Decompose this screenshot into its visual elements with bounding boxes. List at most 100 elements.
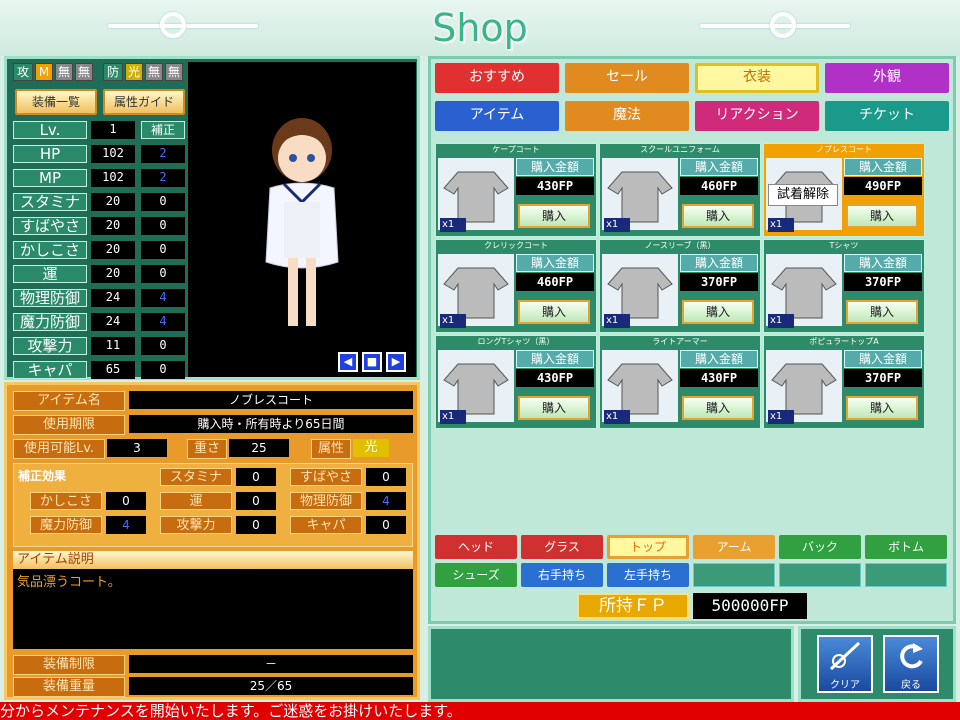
try-on-release-button[interactable]: 試着解除	[768, 184, 838, 206]
item-card[interactable]: ノースリーブ（黒） 購入金額 370FP 購入 x1	[599, 239, 761, 333]
effects-box: 補正効果 スタミナ 0 すばやさ 0 かしこさ 0 運 0 物理防御 4 魔力防御 4 攻撃力 0 キャパ 0	[13, 463, 413, 547]
buy-button[interactable]: 購入	[682, 300, 754, 324]
item-name: ノブレスコート	[816, 145, 872, 154]
price-label: 購入金額	[680, 158, 758, 176]
stat-bonus: 0	[141, 241, 185, 259]
category-tab[interactable]: セール	[565, 63, 689, 93]
stat-bonus: 0	[141, 265, 185, 283]
item-quantity: x1	[440, 314, 466, 328]
price-label: 購入金額	[844, 254, 922, 272]
item-card[interactable]: ライトアーマー 購入金額 430FP 購入 x1	[599, 335, 761, 429]
price-label: 購入金額	[516, 254, 594, 272]
item-card[interactable]: ケープコート 購入金額 430FP 購入 x1	[435, 143, 597, 237]
usable-level-label: 使用可能Lv.	[13, 439, 105, 459]
category-tab[interactable]: 衣装	[695, 63, 819, 93]
price-value: 370FP	[844, 273, 922, 291]
buy-button[interactable]: 購入	[682, 396, 754, 420]
equip-list-button[interactable]: 装備一覧	[15, 89, 97, 115]
stat-label: Lv.	[13, 121, 87, 139]
price-value: 460FP	[680, 177, 758, 195]
preview-prev-button[interactable]: ◀	[338, 352, 358, 372]
effect-value: 0	[366, 468, 406, 486]
preview-stop-button[interactable]: ■	[362, 352, 382, 372]
buy-button[interactable]: 購入	[518, 300, 590, 324]
preview-next-button[interactable]: ▶	[386, 352, 406, 372]
price-value: 370FP	[680, 273, 758, 291]
effect-value: 0	[236, 468, 276, 486]
effect-value: 4	[106, 516, 146, 534]
slot-tab[interactable]: ヘッド	[435, 535, 517, 559]
price-value: 460FP	[516, 273, 594, 291]
item-card[interactable]: Tシャツ 購入金額 370FP 購入 x1	[763, 239, 925, 333]
attr-label: 属性	[311, 439, 351, 459]
item-card[interactable]: ポピュラートップA 購入金額 370FP 購入 x1	[763, 335, 925, 429]
item-quantity: x1	[604, 218, 630, 232]
stat-label: スタミナ	[13, 193, 87, 211]
price-value: 430FP	[516, 369, 594, 387]
attr-value: 光	[353, 439, 389, 457]
slot-tab[interactable]: 左手持ち	[607, 563, 689, 587]
category-tab[interactable]: リアクション	[695, 101, 819, 131]
item-name: ロングTシャツ（黒）	[477, 337, 555, 346]
item-name-value: ノブレスコート	[129, 391, 413, 409]
item-quantity: x1	[604, 410, 630, 424]
stat-value: 20	[91, 217, 135, 235]
period-label: 使用期限	[13, 415, 125, 435]
character-preview: ◀ ■ ▶	[188, 62, 416, 377]
back-icon	[900, 643, 923, 669]
stat-value: 11	[91, 337, 135, 355]
category-tab[interactable]: 外観	[825, 63, 949, 93]
effect-label: キャパ	[290, 516, 362, 534]
slot-tab[interactable]: ボトム	[865, 535, 947, 559]
equip-weight-label: 装備重量	[13, 677, 125, 697]
slot-tab[interactable]: バック	[779, 535, 861, 559]
buy-button[interactable]: 購入	[682, 204, 754, 228]
item-name: Tシャツ	[829, 241, 859, 250]
stat-label: かしこさ	[13, 241, 87, 259]
character-avatar-icon	[265, 118, 339, 326]
slot-tab[interactable]: トップ	[607, 535, 689, 559]
clear-button[interactable]: クリア	[817, 635, 873, 693]
back-button[interactable]: 戻る	[883, 635, 939, 693]
item-card[interactable]: クレリックコート 購入金額 460FP 購入 x1	[435, 239, 597, 333]
fp-label: 所持ＦＰ	[577, 593, 689, 619]
stat-value: 24	[91, 289, 135, 307]
stat-value: 1	[91, 121, 135, 139]
header-bar: Shop	[0, 0, 960, 56]
slot-tab[interactable]: シューズ	[435, 563, 517, 587]
stat-value: 102	[91, 169, 135, 187]
header-ornament-ring-left	[160, 12, 186, 38]
item-card[interactable]: ノブレスコート 購入金額 490FP 購入 x1 試着解除	[763, 143, 925, 237]
buy-button[interactable]: 購入	[518, 396, 590, 420]
slot-tab[interactable]: 右手持ち	[521, 563, 603, 587]
price-label: 購入金額	[680, 350, 758, 368]
item-desc-text: 気品漂うコート。	[13, 569, 413, 649]
attr-guide-button[interactable]: 属性ガイド	[103, 89, 185, 115]
buy-button[interactable]: 購入	[846, 204, 918, 228]
stat-bonus: 4	[141, 313, 185, 331]
category-tab[interactable]: 魔法	[565, 101, 689, 131]
effect-value: 0	[236, 516, 276, 534]
buy-button[interactable]: 購入	[846, 300, 918, 324]
category-tab[interactable]: アイテム	[435, 101, 559, 131]
stat-label: 運	[13, 265, 87, 283]
effect-label: 物理防御	[290, 492, 362, 510]
stat-value: 102	[91, 145, 135, 163]
item-card[interactable]: ロングTシャツ（黒） 購入金額 430FP 購入 x1	[435, 335, 597, 429]
effect-value: 4	[366, 492, 406, 510]
buy-button[interactable]: 購入	[846, 396, 918, 420]
page-title: Shop	[432, 6, 528, 50]
slot-tab[interactable]: アーム	[693, 535, 775, 559]
slot-tab[interactable]: グラス	[521, 535, 603, 559]
header-ornament-ring-right	[770, 12, 796, 38]
price-label: 購入金額	[844, 350, 922, 368]
item-card[interactable]: スクールユニフォーム 購入金額 460FP 購入 x1	[599, 143, 761, 237]
weight-value: 25	[229, 439, 289, 457]
stat-value: 20	[91, 241, 135, 259]
price-value: 370FP	[844, 369, 922, 387]
effect-value: 0	[366, 516, 406, 534]
category-tab[interactable]: チケット	[825, 101, 949, 131]
category-tab[interactable]: おすすめ	[435, 63, 559, 93]
buy-button[interactable]: 購入	[518, 204, 590, 228]
effect-label: 魔力防御	[30, 516, 102, 534]
